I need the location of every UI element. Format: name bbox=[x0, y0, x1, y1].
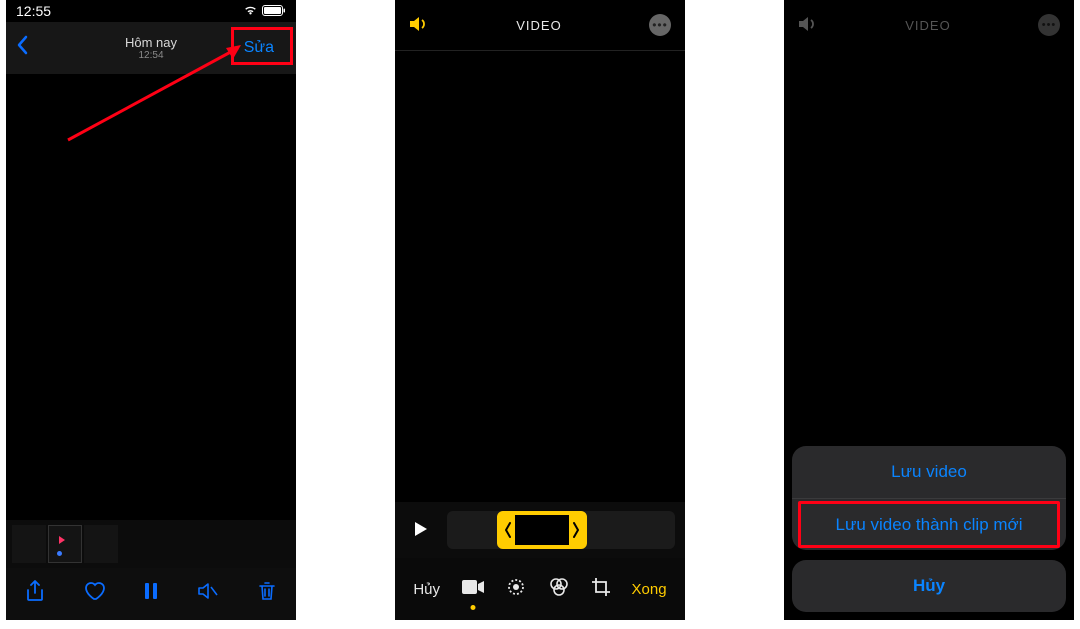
nav-title: Hôm nay bbox=[125, 35, 177, 50]
save-as-new-clip-button[interactable]: Lưu video thành clip mới bbox=[792, 498, 1066, 550]
thumbnail[interactable] bbox=[12, 525, 46, 563]
screenshot-1-photos-detail: 12:55 Hôm nay 12:54 Sửa bbox=[6, 0, 296, 620]
trim-handle-right[interactable] bbox=[569, 515, 583, 545]
trash-icon[interactable] bbox=[258, 581, 276, 607]
editor-nav: VIDEO ••• bbox=[395, 0, 685, 50]
screenshot-3-save-sheet: VIDEO ••• Lưu video Lưu video thành clip… bbox=[784, 0, 1074, 620]
trim-selection[interactable] bbox=[497, 511, 587, 549]
action-sheet-options: Lưu video Lưu video thành clip mới bbox=[792, 446, 1066, 550]
save-video-button[interactable]: Lưu video bbox=[792, 446, 1066, 498]
cancel-button[interactable]: Hủy bbox=[413, 581, 440, 598]
nav-title-group: Hôm nay 12:54 bbox=[125, 35, 177, 61]
trim-track[interactable] bbox=[447, 511, 675, 549]
editor-title: VIDEO bbox=[905, 18, 950, 33]
save-video-label: Lưu video bbox=[891, 462, 967, 482]
thumbnail-active[interactable] bbox=[48, 525, 82, 563]
editor-bottom-bar: Hủy Xong bbox=[395, 558, 685, 620]
trim-handle-left[interactable] bbox=[501, 515, 515, 545]
mute-icon[interactable] bbox=[197, 582, 219, 606]
editor-nav-dimmed: VIDEO ••• bbox=[784, 0, 1074, 50]
divider bbox=[395, 50, 685, 51]
sound-icon bbox=[798, 16, 818, 35]
status-indicators bbox=[243, 3, 286, 19]
crop-tool-icon[interactable] bbox=[591, 577, 611, 602]
status-time: 12:55 bbox=[16, 3, 51, 19]
filters-tool-icon[interactable] bbox=[548, 577, 570, 602]
more-icon[interactable]: ••• bbox=[649, 14, 671, 36]
more-icon: ••• bbox=[1038, 14, 1060, 36]
wifi-icon bbox=[243, 3, 258, 19]
pause-icon[interactable] bbox=[144, 582, 158, 606]
sound-icon[interactable] bbox=[409, 16, 429, 35]
thumbnail-strip[interactable] bbox=[6, 520, 296, 568]
annotation-highlight-save-clip bbox=[798, 501, 1060, 548]
video-tool-icon[interactable] bbox=[461, 579, 485, 600]
favorite-icon[interactable] bbox=[83, 581, 105, 607]
back-button[interactable] bbox=[16, 35, 28, 61]
play-button[interactable] bbox=[405, 521, 437, 540]
bottom-toolbar bbox=[6, 568, 296, 620]
status-bar: 12:55 bbox=[6, 0, 296, 22]
share-icon[interactable] bbox=[26, 580, 44, 608]
nav-subtitle: 12:54 bbox=[125, 50, 177, 61]
trim-bar bbox=[395, 502, 685, 558]
thumbnail[interactable] bbox=[84, 525, 118, 563]
screenshot-2-video-editor: VIDEO ••• Hủy bbox=[395, 0, 685, 620]
battery-icon bbox=[262, 3, 286, 19]
cancel-button[interactable]: Hủy bbox=[792, 560, 1066, 612]
annotation-highlight-edit bbox=[231, 27, 293, 65]
cancel-label: Hủy bbox=[913, 576, 945, 596]
action-sheet: Lưu video Lưu video thành clip mới Hủy bbox=[792, 446, 1066, 612]
adjust-tool-icon[interactable] bbox=[505, 576, 527, 603]
editor-title: VIDEO bbox=[516, 18, 561, 33]
done-button[interactable]: Xong bbox=[632, 581, 667, 598]
